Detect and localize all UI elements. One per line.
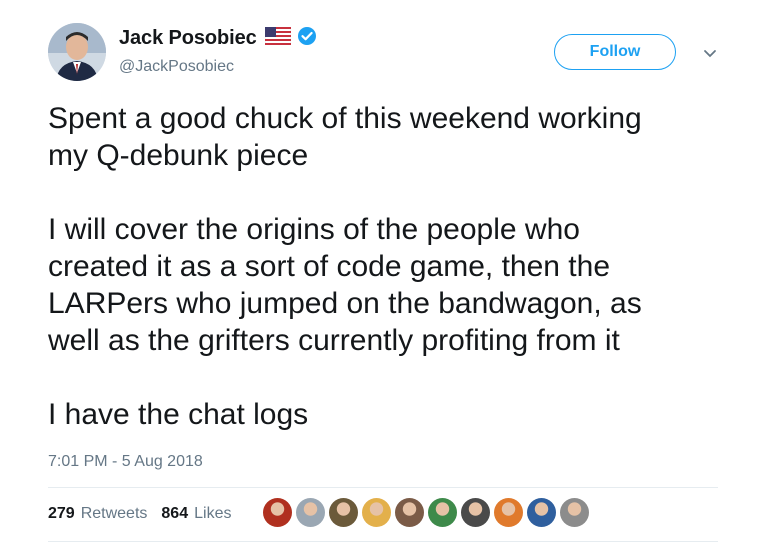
divider — [48, 541, 718, 542]
liker-avatars — [263, 498, 593, 527]
liker-avatar[interactable] — [395, 498, 424, 527]
author-name-row: Jack Posobiec — [119, 26, 317, 51]
tweet-text: Spent a good chuck of this weekend worki… — [48, 100, 738, 433]
retweets-count: 279 — [48, 505, 75, 522]
profile-photo — [48, 23, 106, 81]
retweets-stat[interactable]: 279 Retweets — [48, 505, 147, 523]
tweet-line: Spent a good chuck of this weekend worki… — [48, 102, 642, 135]
liker-avatar[interactable] — [494, 498, 523, 527]
engagement-stats: 279 Retweets 864 Likes — [48, 505, 245, 523]
likes-count: 864 — [161, 505, 189, 522]
avatar[interactable] — [48, 23, 106, 81]
liker-avatar[interactable] — [263, 498, 292, 527]
liker-avatar[interactable] — [428, 498, 457, 527]
liker-avatar[interactable] — [329, 498, 358, 527]
follow-button[interactable]: Follow — [554, 34, 676, 70]
liker-avatar[interactable] — [560, 498, 589, 527]
tweet-line: I have the chat logs — [48, 398, 309, 431]
tweet-header: Jack Posobiec @JackPosobiec Follow — [48, 20, 728, 84]
chevron-down-icon[interactable] — [703, 46, 717, 64]
verified-badge-icon — [297, 26, 317, 51]
tweet-line: well as the grifters currently profiting… — [48, 324, 620, 357]
liker-avatar[interactable] — [296, 498, 325, 527]
liker-avatar[interactable] — [461, 498, 490, 527]
likes-label: Likes — [194, 505, 232, 522]
liker-avatar[interactable] — [362, 498, 391, 527]
divider — [48, 487, 718, 488]
liker-avatar[interactable] — [527, 498, 556, 527]
tweet-timestamp[interactable]: 7:01 PM - 5 Aug 2018 — [48, 453, 203, 471]
tweet-line: I will cover the origins of the people w… — [48, 213, 580, 246]
retweets-label: Retweets — [80, 505, 148, 522]
display-name[interactable]: Jack Posobiec — [119, 27, 257, 50]
tweet-line: created it as a sort of code game, then … — [48, 250, 611, 283]
us-flag-icon — [264, 26, 291, 50]
tweet-line: LARPers who jumped on the bandwagon, as — [48, 287, 642, 320]
likes-stat[interactable]: 864 Likes — [161, 505, 231, 523]
tweet-line: my Q-debunk piece — [48, 139, 309, 172]
author-handle[interactable]: @JackPosobiec — [119, 58, 234, 76]
